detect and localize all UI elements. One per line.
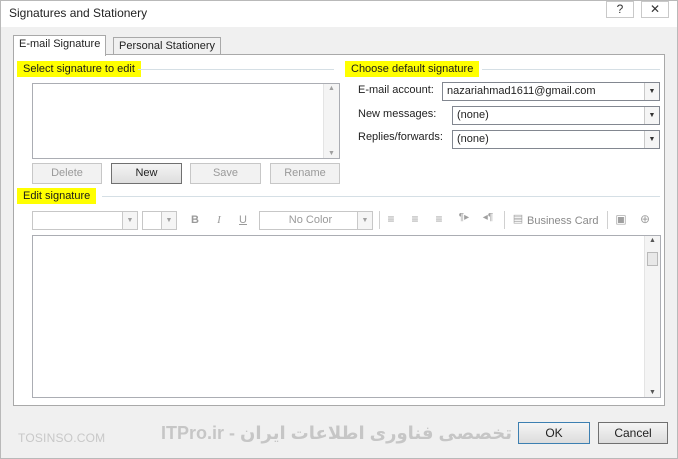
chevron-down-icon[interactable]: ▼ [357,212,372,229]
font-size-select[interactable]: ▼ [142,211,177,230]
window-title: Signatures and Stationery [9,6,148,20]
replies-forwards-select[interactable]: (none) ▼ [452,130,660,149]
business-card-button[interactable]: Business Card [527,215,599,227]
new-messages-select[interactable]: (none) ▼ [452,106,660,125]
underline-button[interactable]: U [236,214,250,226]
font-select[interactable]: ▼ [32,211,138,230]
email-account-value: nazariahmad1611@gmail.com [447,85,596,97]
watermark-tosinso: TOSINSO.COM [18,431,106,445]
list-scrollbar[interactable]: ▲ ▼ [323,84,339,158]
divider [102,196,660,197]
chevron-down-icon[interactable]: ▼ [644,83,659,100]
toolbar-separator [607,211,608,229]
replies-forwards-label: Replies/forwards: [358,131,443,143]
font-color-select[interactable]: No Color ▼ [259,211,373,230]
bold-button[interactable]: B [188,214,202,226]
close-icon: ✕ [649,2,661,16]
replies-forwards-value: (none) [457,133,489,145]
divider [482,69,660,70]
new-messages-label: New messages: [358,108,437,120]
chevron-down-icon[interactable]: ▼ [122,212,137,229]
edit-signature-heading: Edit signature [17,188,97,204]
delete-button[interactable]: Delete [32,163,102,184]
signature-editor[interactable]: ▲ ▼ [32,235,661,398]
insert-hyperlink-icon[interactable]: ⊕ [636,212,654,226]
tab-email-signature[interactable]: E-mail Signature [13,35,107,56]
chevron-down-icon[interactable]: ▼ [644,107,659,124]
align-center-icon[interactable]: ≡ [406,212,424,226]
chevron-down-icon[interactable]: ▼ [161,212,176,229]
help-button[interactable]: ? [606,1,634,18]
scroll-thumb[interactable] [647,252,658,266]
toolbar-separator [379,211,380,229]
cancel-button[interactable]: Cancel [598,422,668,444]
font-color-value: No Color [288,214,333,226]
new-button[interactable]: New [111,163,182,184]
toolbar-separator [504,211,505,229]
scroll-down-icon[interactable]: ▼ [324,150,339,157]
divider [138,69,334,70]
close-button[interactable]: ✕ [641,1,669,18]
email-account-select[interactable]: nazariahmad1611@gmail.com ▼ [442,82,660,101]
title-bar: Signatures and Stationery ? ✕ [1,1,677,27]
email-account-label: E-mail account: [358,84,434,96]
signature-list[interactable]: ▲ ▼ [32,83,340,159]
scroll-up-icon[interactable]: ▲ [645,237,660,244]
chevron-down-icon[interactable]: ▼ [644,131,659,148]
rename-button[interactable]: Rename [270,163,340,184]
align-left-icon[interactable]: ≡ [382,212,400,226]
rtl-icon[interactable]: ◂¶ [479,212,497,223]
insert-picture-icon[interactable]: ▣ [612,212,630,226]
tab-panel: Select signature to edit ▲ ▼ Delete New … [13,54,665,406]
editor-scrollbar[interactable]: ▲ ▼ [644,236,660,397]
new-messages-value: (none) [457,109,489,121]
ok-button[interactable]: OK [518,422,590,444]
help-icon: ? [616,2,624,16]
select-signature-heading: Select signature to edit [17,61,141,77]
tab-personal-stationery[interactable]: Personal Stationery [113,37,221,55]
ltr-icon[interactable]: ¶▸ [455,212,473,223]
align-right-icon[interactable]: ≡ [430,212,448,226]
scroll-up-icon[interactable]: ▲ [324,85,339,92]
signatures-dialog: Signatures and Stationery ? ✕ E-mail Sig… [0,0,678,459]
save-button[interactable]: Save [190,163,261,184]
business-card-icon: ▤ [512,213,524,225]
watermark-itpro: ITPro.ir - انجمن تخصصی فناوری اطلاعات ای… [161,423,572,443]
choose-default-heading: Choose default signature [345,61,480,77]
scroll-down-icon[interactable]: ▼ [645,389,660,396]
italic-button[interactable]: I [212,214,226,226]
